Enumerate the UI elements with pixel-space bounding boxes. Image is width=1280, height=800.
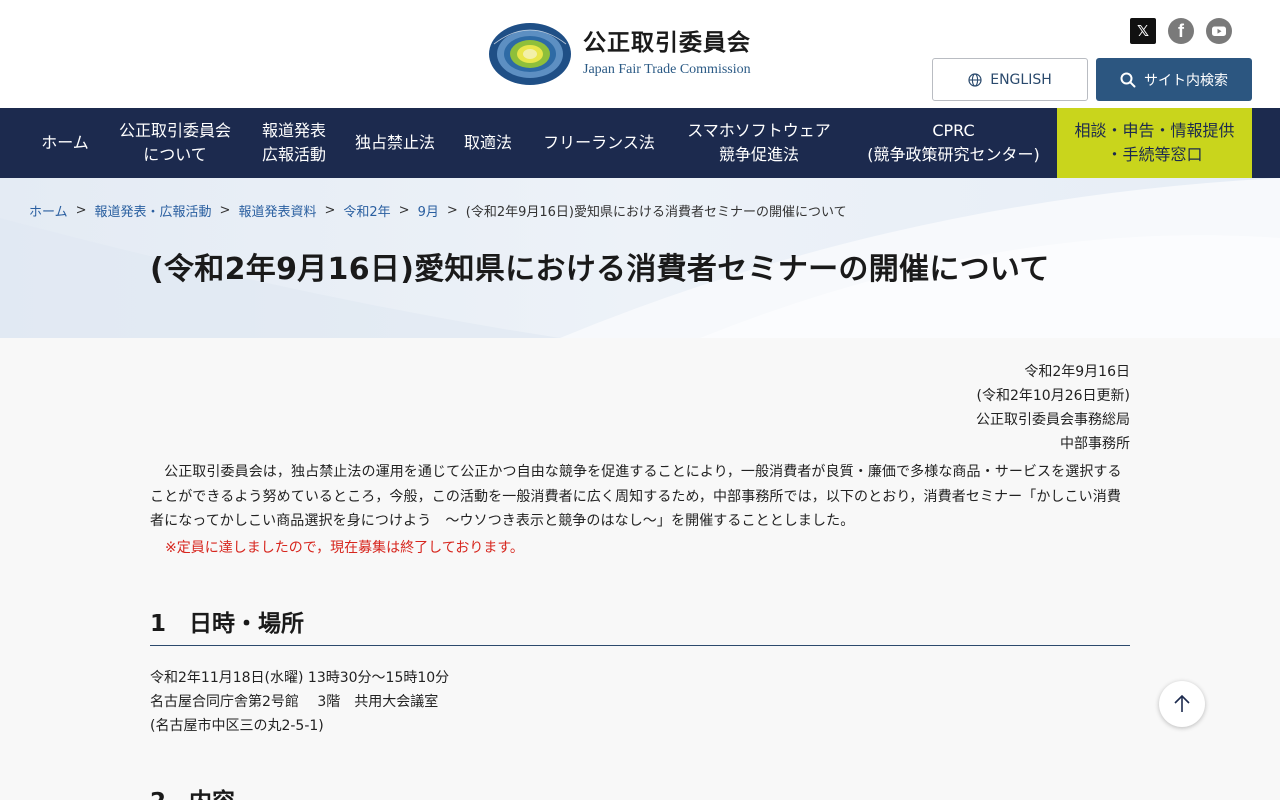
event-datetime: 令和2年11月18日(水曜) 13時30分～15時10分: [150, 670, 450, 686]
nav-item-cprc[interactable]: CPRC (競争政策研究センター): [850, 108, 1057, 178]
section-heading-content: 2 内容: [150, 782, 1130, 800]
section-body-datetime: 令和2年11月18日(水曜) 13時30分～15時10分 名古屋合同庁舎第2号館…: [150, 666, 449, 738]
breadcrumb-separator: >: [324, 203, 336, 218]
facebook-icon: f: [1178, 20, 1184, 41]
breadcrumb-separator: >: [398, 203, 410, 218]
intro-paragraph: 公正取引委員会は，独占禁止法の運用を通じて公正かつ自由な競争を促進することにより…: [150, 464, 1122, 529]
release-meta: 令和2年9月16日 (令和2年10月26日更新) 公正取引委員会事務総局 中部事…: [976, 360, 1130, 456]
breadcrumb-link-year[interactable]: 令和2年: [343, 201, 390, 220]
release-org: 公正取引委員会事務総局: [976, 412, 1130, 428]
site-search-label: サイト内検索: [1144, 72, 1228, 89]
youtube-social-link[interactable]: [1206, 18, 1232, 44]
english-button[interactable]: ENGLISH: [932, 58, 1088, 101]
page-hero: ホーム > 報道発表・広報活動 > 報道発表資料 > 令和2年 > 9月 > (…: [0, 178, 1280, 338]
x-logo-icon: 𝕏: [1136, 22, 1150, 40]
breadcrumb-link-press-materials[interactable]: 報道発表資料: [238, 201, 316, 220]
logo-title-en: Japan Fair Trade Commission: [583, 62, 751, 77]
release-date: 令和2年9月16日: [1024, 364, 1130, 380]
globe-icon: [968, 72, 982, 87]
search-icon: [1120, 72, 1136, 87]
nav-item-toritekiho[interactable]: 取適法: [446, 108, 530, 178]
breadcrumb: ホーム > 報道発表・広報活動 > 報道発表資料 > 令和2年 > 9月 > (…: [29, 201, 847, 220]
site-search-button[interactable]: サイト内検索: [1096, 58, 1252, 101]
site-header: 公正取引委員会 Japan Fair Trade Commission 𝕏 f …: [0, 0, 1280, 108]
breadcrumb-link-home[interactable]: ホーム: [29, 201, 68, 220]
nav-item-home[interactable]: ホーム: [24, 108, 106, 178]
breadcrumb-separator: >: [219, 203, 231, 218]
event-venue: 名古屋合同庁舎第2号館 3階 共用大会議室: [150, 694, 439, 710]
facebook-social-link[interactable]: f: [1168, 18, 1194, 44]
closed-notice: ※定員に達しましたので，現在募集は終了しております。: [165, 540, 524, 556]
logo-title-ja: 公正取引委員会: [583, 30, 751, 56]
section-heading-datetime: 1 日時・場所: [150, 604, 1130, 646]
x-social-link[interactable]: 𝕏: [1130, 18, 1156, 44]
breadcrumb-separator: >: [446, 203, 458, 218]
nav-item-freelance[interactable]: フリーランス法: [530, 108, 668, 178]
nav-item-press[interactable]: 報道発表 広報活動: [244, 108, 344, 178]
nav-item-antimonopoly[interactable]: 独占禁止法: [344, 108, 446, 178]
english-button-label: ENGLISH: [990, 71, 1052, 88]
site-logo[interactable]: 公正取引委員会 Japan Fair Trade Commission: [488, 22, 751, 86]
breadcrumb-link-month[interactable]: 9月: [418, 201, 439, 220]
nav-item-consultation[interactable]: 相談・申告・情報提供 ・手続等窓口: [1057, 108, 1252, 178]
page-title: (令和2年9月16日)愛知県における消費者セミナーの開催について: [150, 252, 1050, 287]
event-address: (名古屋市中区三の丸2-5-1): [150, 718, 324, 734]
back-to-top-button[interactable]: [1159, 681, 1205, 727]
breadcrumb-current: (令和2年9月16日)愛知県における消費者セミナーの開催について: [465, 205, 847, 220]
jftc-emblem-icon: [489, 23, 571, 85]
breadcrumb-separator: >: [75, 203, 87, 218]
release-office: 中部事務所: [1060, 436, 1130, 452]
arrow-up-icon: [1174, 694, 1190, 712]
breadcrumb-link-press[interactable]: 報道発表・広報活動: [95, 201, 212, 220]
nav-item-smartphone[interactable]: スマホソフトウェア 競争促進法: [668, 108, 850, 178]
youtube-icon: [1212, 26, 1226, 36]
nav-item-about[interactable]: 公正取引委員会 について: [106, 108, 244, 178]
release-updated: (令和2年10月26日更新): [976, 388, 1130, 404]
